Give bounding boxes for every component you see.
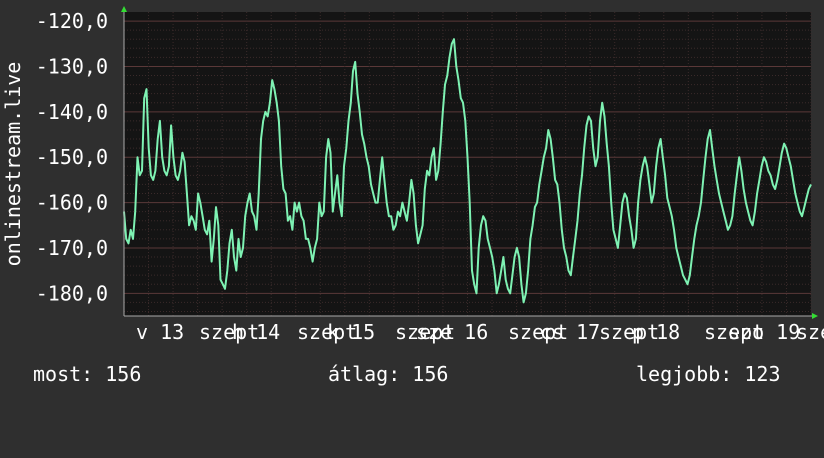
y-tick-label: -120,0: [36, 9, 108, 33]
line-chart: -120,0 -130,0 -140,0 -150,0 -160,0 -170,0 -180…: [1, 6, 824, 344]
y-tick-label: -150,0: [36, 145, 108, 169]
x-tick-label: szept: [796, 320, 824, 344]
x-tick-label: sze 16: [416, 320, 488, 344]
y-axis-label: onlinestream.live: [1, 62, 25, 267]
x-tick-label: cs 17: [540, 320, 600, 344]
stat-best: legjobb: 123: [636, 362, 781, 386]
y-axis-ticks: -120,0 -130,0 -140,0 -150,0 -160,0 -170,0 -180…: [36, 9, 108, 305]
x-tick-label: szo 19: [728, 320, 800, 344]
x-axis-arrow-icon: [812, 313, 818, 319]
x-tick-label: v 13: [136, 320, 184, 344]
y-tick-label: -180,0: [36, 281, 108, 305]
x-tick-label: p 18: [632, 320, 680, 344]
y-tick-label: -130,0: [36, 54, 108, 78]
x-tick-label: h 14: [232, 320, 280, 344]
y-tick-label: -140,0: [36, 100, 108, 124]
stat-average: átlag: 156: [328, 362, 449, 386]
y-axis-arrow-icon: [121, 6, 127, 12]
stats-bar: most: 156 átlag: 156 legjobb: 123: [0, 362, 824, 390]
x-tick-label: k 15: [327, 320, 375, 344]
y-tick-label: -160,0: [36, 191, 108, 215]
stat-current: most: 156: [33, 362, 142, 386]
x-axis-ticks: v 13 szepth 14 szeptk 15 szeptsze 16 szeptcs…: [136, 320, 824, 344]
y-tick-label: -170,0: [36, 236, 108, 260]
